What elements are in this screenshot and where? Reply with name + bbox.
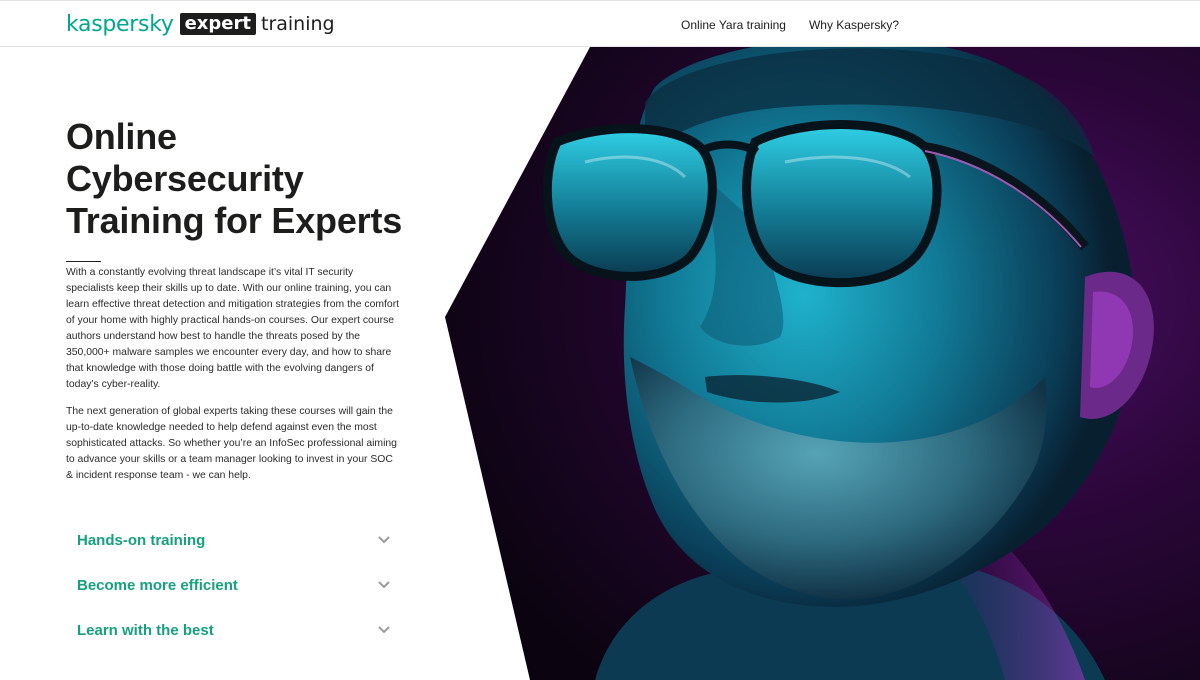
logo-badge-text: expert [179,13,256,35]
nav-link-online-yara-training[interactable]: Online Yara training [681,18,786,32]
chevron-down-icon [378,536,390,544]
accordion-label: Learn with the best [77,622,214,639]
page-title: Online Cybersecurity Training for Expert… [66,116,403,241]
accordion-item-become-more-efficient[interactable]: Become more efficient [66,563,401,608]
title-divider [66,261,101,262]
logo-product-text: training [261,13,335,35]
features-accordion: Hands-on training Become more efficient … [66,518,401,653]
chevron-down-icon [378,581,390,589]
hero-photo [445,47,1200,680]
nav-link-why-kaspersky[interactable]: Why Kaspersky? [809,18,899,32]
kaspersky-expert-training-logo[interactable]: kaspersky expert training [66,10,335,38]
main-nav: Online Yara training Why Kaspersky? [681,1,899,48]
accordion-item-learn-with-the-best[interactable]: Learn with the best [66,608,401,653]
intro-paragraph: With a constantly evolving threat landsc… [66,267,400,390]
accordion-label: Become more efficient [77,577,238,594]
accordion-item-hands-on-training[interactable]: Hands-on training [66,518,401,563]
logo-brand-text: kaspersky [66,11,174,37]
chevron-down-icon [378,626,390,634]
second-paragraph: The next generation of global experts ta… [66,406,397,481]
man-with-glasses-photo [445,47,1200,680]
accordion-label: Hands-on training [77,532,206,549]
top-navigation-bar: kaspersky expert training Online Yara tr… [0,0,1200,47]
